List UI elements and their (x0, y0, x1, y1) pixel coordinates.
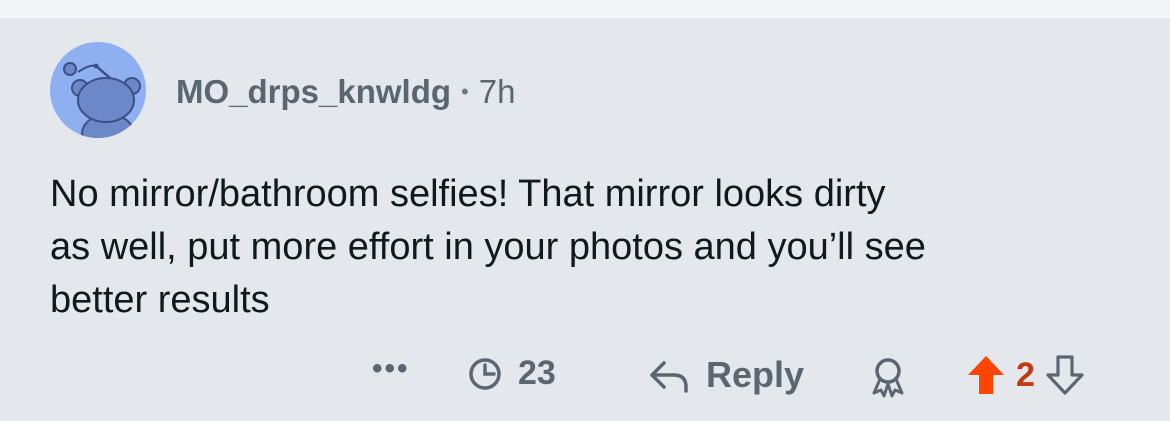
upvote-arrow-icon[interactable] (966, 354, 1006, 396)
comment-timestamp: 7h (478, 73, 516, 110)
more-options-button[interactable]: ••• (372, 352, 410, 386)
more-options-label: ••• (372, 352, 410, 385)
comment-header: MO_drps_knwldg • 7h (176, 72, 515, 112)
user-avatar[interactable] (50, 42, 146, 138)
username-link[interactable]: MO_drps_knwldg (176, 73, 451, 111)
comment-actions-bar: ••• 23 Reply 2 (0, 346, 1170, 402)
views-stat: 23 (468, 354, 556, 393)
vote-count: 2 (1016, 355, 1035, 394)
views-count: 23 (518, 354, 556, 392)
award-icon (872, 358, 904, 398)
vote-control: 2 (966, 354, 1085, 396)
reply-button[interactable]: Reply (648, 354, 804, 396)
downvote-arrow-icon[interactable] (1045, 354, 1085, 396)
reply-arrow-icon (650, 361, 688, 393)
reply-label: Reply (706, 354, 805, 395)
clock-icon (469, 357, 501, 390)
award-button[interactable] (866, 356, 910, 398)
comment-card: MO_drps_knwldg • 7h No mirror/bathroom s… (0, 18, 1170, 421)
meta-separator: • (461, 79, 469, 104)
snoo-avatar-icon (63, 62, 141, 138)
comment-body: No mirror/bathroom selfies! That mirror … (50, 173, 926, 321)
